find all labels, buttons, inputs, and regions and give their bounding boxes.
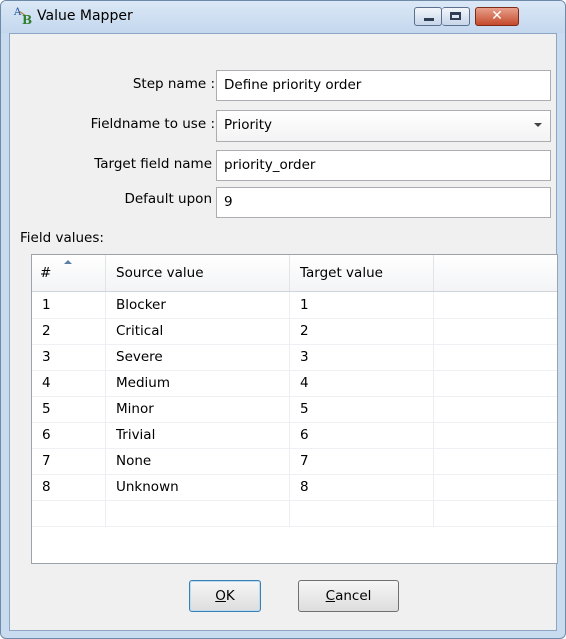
default-upon-value: 9 xyxy=(224,194,233,210)
value-mapper-app-icon: AB xyxy=(14,7,33,27)
cell-number[interactable] xyxy=(32,500,106,526)
column-header-number[interactable]: # xyxy=(32,255,106,291)
cell-target-value[interactable]: 2 xyxy=(290,318,434,344)
cell-source-value[interactable]: Medium xyxy=(106,370,290,396)
column-header-source-value[interactable]: Source value xyxy=(106,255,290,291)
cell-number[interactable]: 6 xyxy=(32,422,106,448)
table-row[interactable]: 4 Medium 4 xyxy=(32,370,557,397)
cell-empty[interactable] xyxy=(434,318,557,344)
step-name-input[interactable]: Define priority order xyxy=(216,70,551,101)
default-upon-input[interactable]: 9 xyxy=(216,187,551,218)
cell-number[interactable]: 5 xyxy=(32,396,106,422)
cell-target-value[interactable]: 5 xyxy=(290,396,434,422)
fieldname-select[interactable]: Priority xyxy=(216,110,551,142)
table-row[interactable]: 3 Severe 3 xyxy=(32,344,557,371)
field-values-label: Field values: xyxy=(20,230,104,246)
cell-empty[interactable] xyxy=(434,474,557,500)
table-row[interactable]: 5 Minor 5 xyxy=(32,396,557,423)
cell-target-value[interactable]: 1 xyxy=(290,292,434,318)
minimize-button[interactable] xyxy=(414,7,442,26)
cell-empty[interactable] xyxy=(434,448,557,474)
cell-target-value[interactable]: 6 xyxy=(290,422,434,448)
cell-source-value[interactable]: None xyxy=(106,448,290,474)
cell-empty[interactable] xyxy=(434,422,557,448)
fieldname-value: Priority xyxy=(224,117,273,133)
table-row[interactable]: 8 Unknown 8 xyxy=(32,474,557,501)
step-name-value: Define priority order xyxy=(224,77,362,93)
minimize-icon xyxy=(424,18,434,21)
cell-number[interactable]: 3 xyxy=(32,344,106,370)
cell-empty[interactable] xyxy=(434,292,557,318)
cell-target-value[interactable] xyxy=(290,500,434,526)
cell-number[interactable]: 1 xyxy=(32,292,106,318)
window-title: Value Mapper xyxy=(37,8,133,24)
target-field-label: Target field name xyxy=(94,156,212,172)
cell-source-value[interactable]: Minor xyxy=(106,396,290,422)
chevron-down-icon[interactable] xyxy=(534,123,542,127)
table-row[interactable]: 6 Trivial 6 xyxy=(32,422,557,449)
cancel-button[interactable]: Cancel xyxy=(298,580,399,612)
field-values-table: # Source value Target value 1 Blocker 1 2 Cr… xyxy=(31,254,558,564)
cell-target-value[interactable]: 8 xyxy=(290,474,434,500)
default-upon-label: Default upon xyxy=(124,191,212,207)
title-bar[interactable]: AB Value Mapper ✕ xyxy=(1,1,565,33)
close-icon: ✕ xyxy=(491,8,503,24)
cell-empty[interactable] xyxy=(434,396,557,422)
close-button[interactable]: ✕ xyxy=(475,7,519,26)
cell-empty[interactable] xyxy=(434,500,557,526)
cancel-label-rest: ancel xyxy=(335,588,372,604)
cell-target-value[interactable]: 3 xyxy=(290,344,434,370)
cell-source-value[interactable]: Severe xyxy=(106,344,290,370)
table-row[interactable]: 1 Blocker 1 xyxy=(32,292,557,319)
step-name-label: Step name : xyxy=(132,76,215,92)
fieldname-label: Fieldname to use : xyxy=(90,116,215,132)
target-field-input[interactable]: priority_order xyxy=(216,150,551,181)
cell-source-value[interactable]: Critical xyxy=(106,318,290,344)
column-header-target-value[interactable]: Target value xyxy=(290,255,434,291)
cell-target-value[interactable]: 7 xyxy=(290,448,434,474)
cell-source-value[interactable]: Blocker xyxy=(106,292,290,318)
maximize-icon xyxy=(450,12,461,20)
sort-ascending-icon xyxy=(64,260,72,264)
ok-label-rest: K xyxy=(225,588,235,604)
cell-number[interactable]: 4 xyxy=(32,370,106,396)
table-row-empty[interactable] xyxy=(32,500,557,527)
cell-number[interactable]: 7 xyxy=(32,448,106,474)
cell-source-value[interactable]: Trivial xyxy=(106,422,290,448)
value-mapper-window: AB Value Mapper ✕ Step name : Define pri… xyxy=(0,0,566,639)
table-row[interactable]: 2 Critical 2 xyxy=(32,318,557,345)
column-header-empty xyxy=(434,255,557,291)
cell-empty[interactable] xyxy=(434,344,557,370)
ok-mnemonic: O xyxy=(215,588,226,604)
cancel-mnemonic: C xyxy=(325,588,336,604)
cell-source-value[interactable]: Unknown xyxy=(106,474,290,500)
maximize-button[interactable] xyxy=(442,7,470,26)
cell-target-value[interactable]: 4 xyxy=(290,370,434,396)
cell-empty[interactable] xyxy=(434,370,557,396)
cell-number[interactable]: 8 xyxy=(32,474,106,500)
table-header: # Source value Target value xyxy=(32,255,557,292)
cell-source-value[interactable] xyxy=(106,500,290,526)
target-field-value: priority_order xyxy=(224,157,316,173)
ok-button[interactable]: OK xyxy=(189,580,261,612)
table-row[interactable]: 7 None 7 xyxy=(32,448,557,475)
cell-number[interactable]: 2 xyxy=(32,318,106,344)
